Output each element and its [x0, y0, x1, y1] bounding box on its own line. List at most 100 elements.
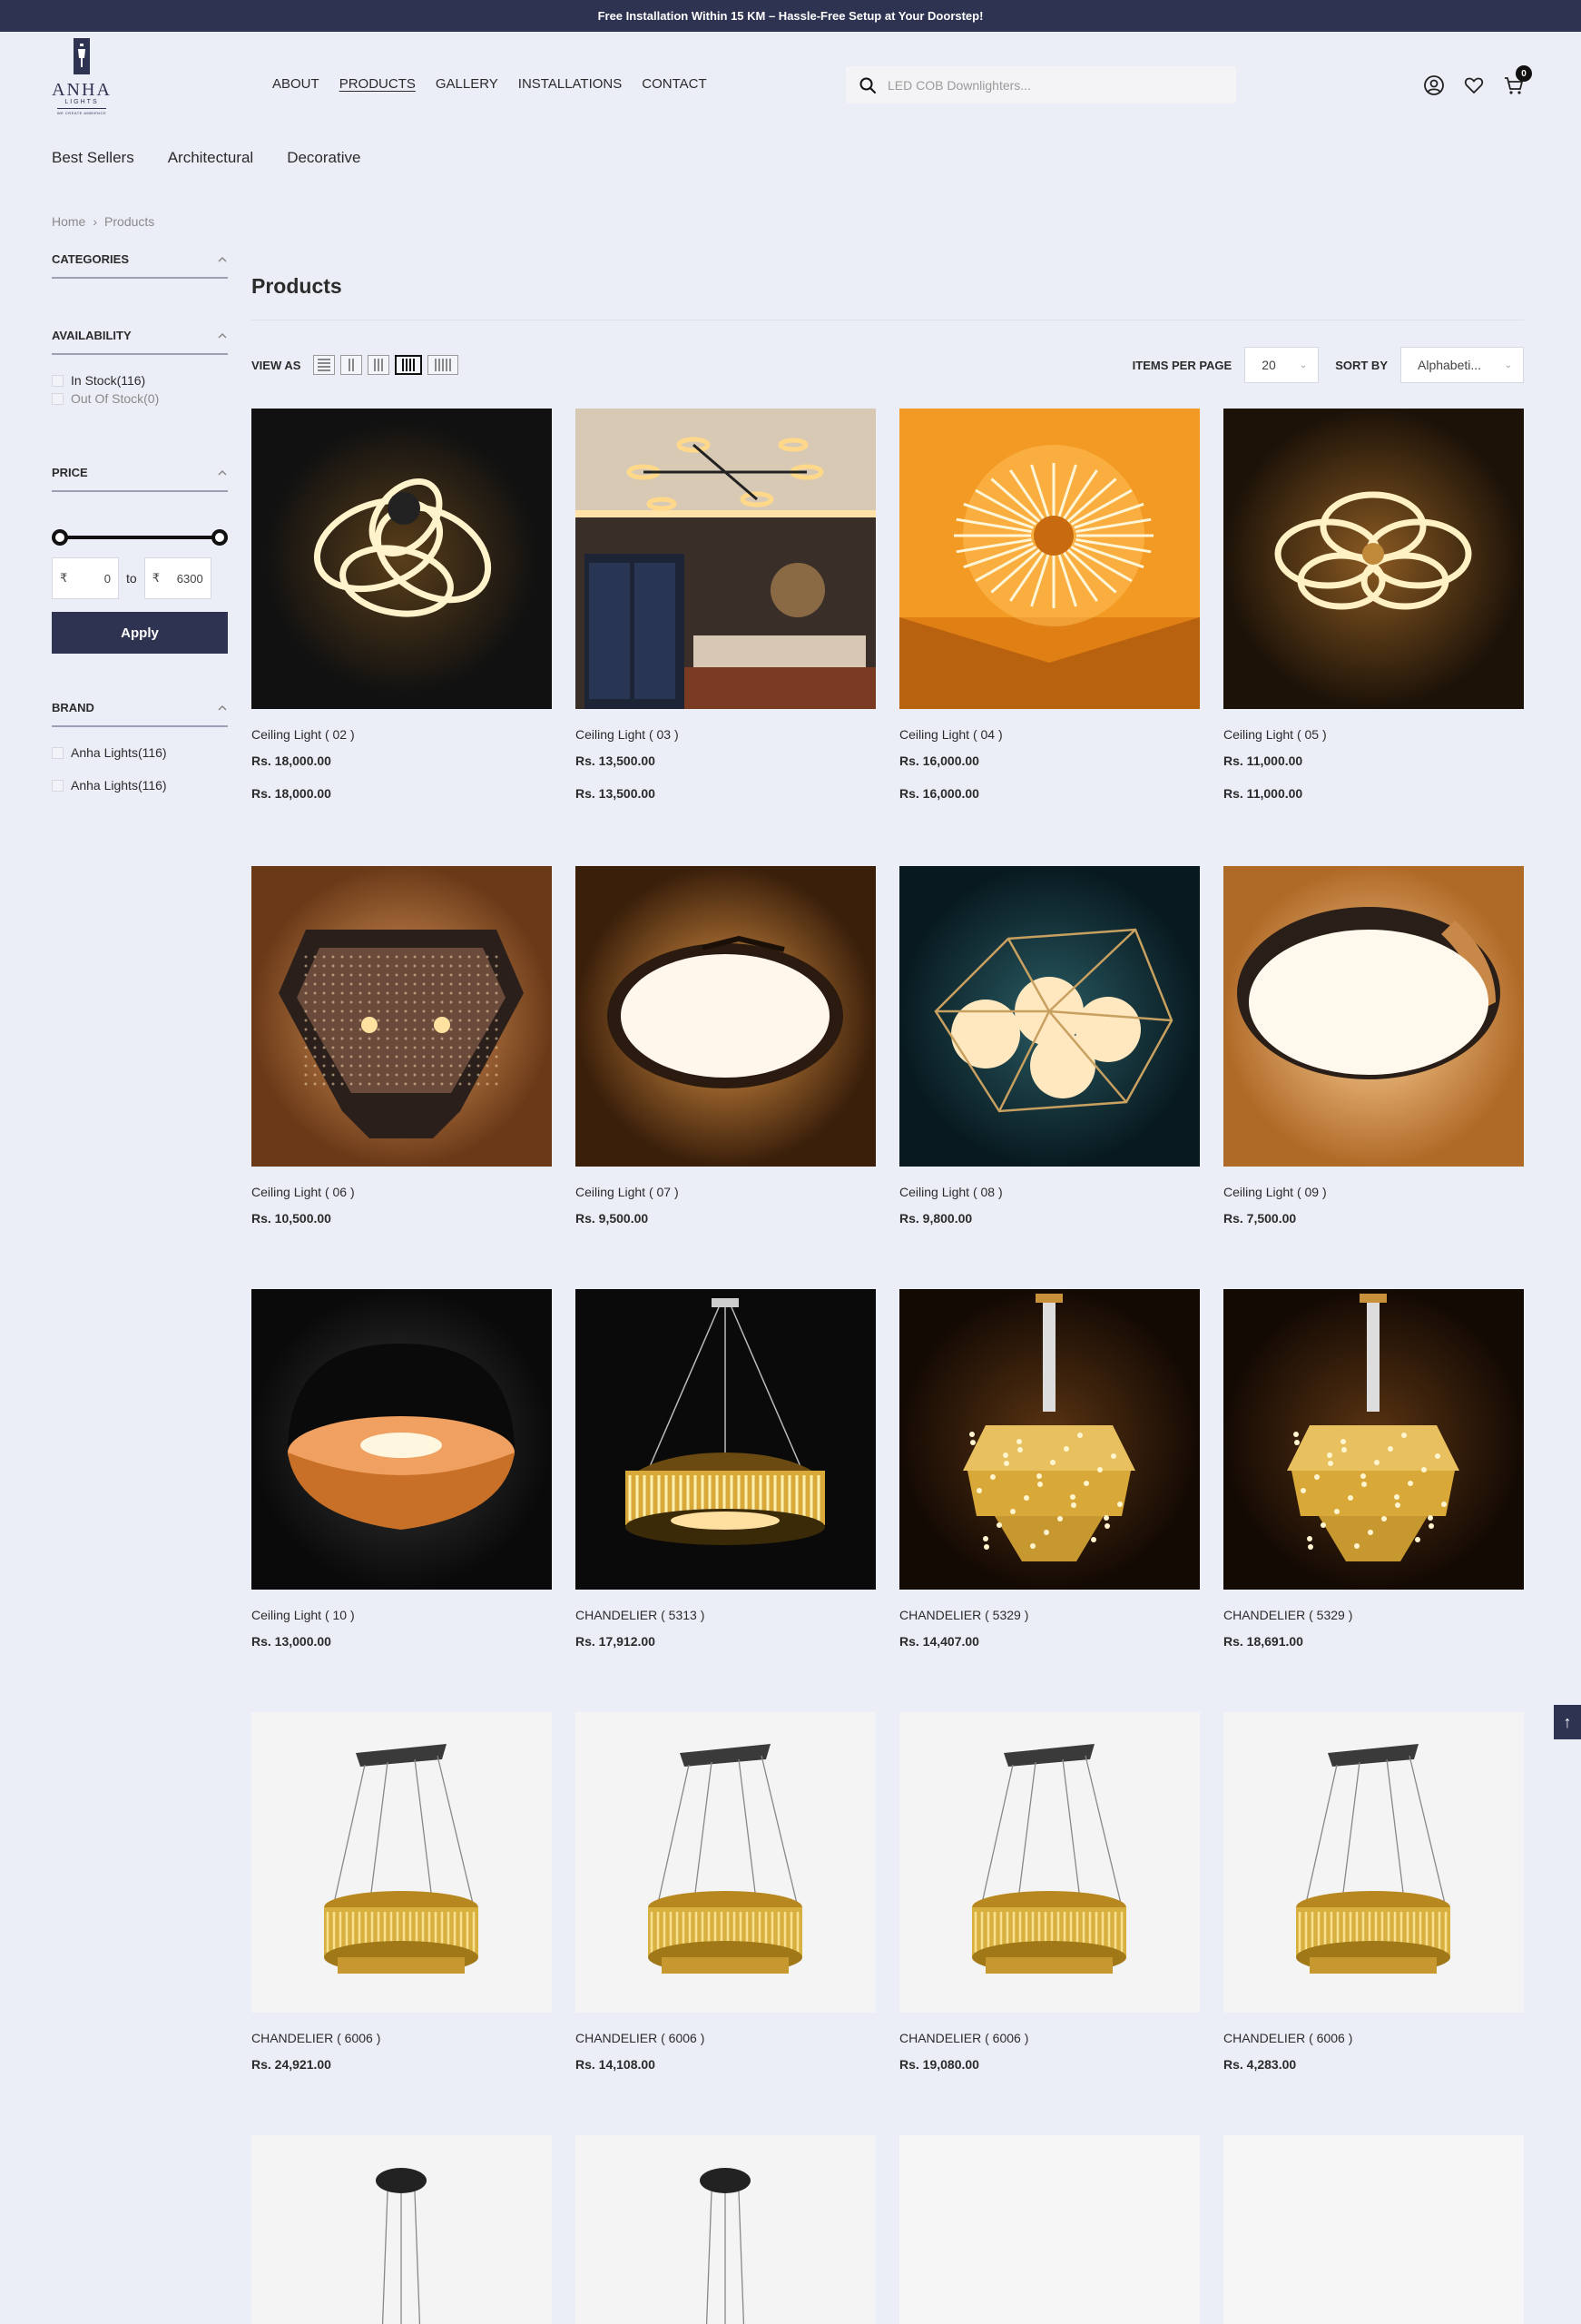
- price-max-field[interactable]: ₹ 6300: [143, 557, 211, 599]
- product-card[interactable]: Ceiling Light ( 06 ) Rs. 10,500.00: [251, 866, 552, 1226]
- product-image[interactable]: [1223, 1712, 1524, 2013]
- product-name[interactable]: Ceiling Light ( 03 ): [575, 727, 876, 742]
- checkbox[interactable]: [52, 746, 64, 759]
- product-image[interactable]: [251, 1712, 552, 2013]
- site-logo[interactable]: ANHA LIGHTS WE CREATE AMBIENCE: [51, 36, 113, 123]
- product-image[interactable]: [251, 409, 552, 709]
- user-icon[interactable]: [1423, 74, 1445, 96]
- filter-availability-header[interactable]: AVAILABILITY: [52, 329, 228, 355]
- product-image[interactable]: [575, 1289, 876, 1590]
- items-per-page-select[interactable]: 20 ⌄: [1244, 347, 1320, 383]
- product-card[interactable]: Ceiling Light ( 07 ) Rs. 9,500.00: [575, 866, 876, 1226]
- slider-min-handle[interactable]: [52, 529, 68, 546]
- product-image[interactable]: [1223, 866, 1524, 1167]
- view-2-col-button[interactable]: [340, 355, 363, 375]
- product-card[interactable]: CHANDELIER ( 6006 ) Rs. 4,283.00: [1223, 1712, 1524, 2072]
- product-card[interactable]: Ceiling Light ( 04 ) Rs. 16,000.00 Rs. 16,…: [899, 409, 1200, 801]
- search-input[interactable]: [888, 77, 1214, 93]
- product-name[interactable]: Ceiling Light ( 07 ): [575, 1185, 876, 1199]
- wishlist-heart-icon[interactable]: [1463, 74, 1485, 96]
- view-4-col-button[interactable]: [395, 355, 423, 375]
- view-list-button[interactable]: [313, 355, 336, 375]
- nav-contact[interactable]: CONTACT: [642, 76, 706, 92]
- chevron-up-icon[interactable]: [217, 330, 228, 341]
- nav-installations[interactable]: INSTALLATIONS: [518, 76, 622, 92]
- chevron-up-icon[interactable]: [217, 468, 228, 478]
- search-icon[interactable]: [859, 76, 877, 94]
- subnav-architectural[interactable]: Architectural: [168, 149, 253, 167]
- chevron-up-icon[interactable]: [217, 703, 228, 714]
- price-min-field[interactable]: ₹ 0: [52, 557, 119, 599]
- product-image[interactable]: [899, 1712, 1200, 2013]
- product-image[interactable]: [899, 1289, 1200, 1590]
- price-range-slider[interactable]: [52, 528, 228, 547]
- product-name[interactable]: CHANDELIER ( 6006 ): [1223, 2031, 1524, 2045]
- view-3-col-button[interactable]: [368, 355, 390, 375]
- filter-option-out-of-stock[interactable]: Out Of Stock(0): [52, 391, 228, 406]
- product-card[interactable]: [251, 2135, 552, 2324]
- product-card[interactable]: CHANDELIER ( 6006 ) Rs. 14,108.00: [575, 1712, 876, 2072]
- product-card[interactable]: Ceiling Light ( 03 ) Rs. 13,500.00 Rs. 13,…: [575, 409, 876, 801]
- product-card[interactable]: CHANDELIER ( 6006 ) Rs. 19,080.00: [899, 1712, 1200, 2072]
- product-image[interactable]: [899, 409, 1200, 709]
- product-image[interactable]: [1223, 2135, 1524, 2324]
- breadcrumb-home[interactable]: Home: [52, 214, 85, 229]
- product-card[interactable]: Ceiling Light ( 02 ) Rs. 18,000.00 Rs. 18,…: [251, 409, 552, 801]
- product-image[interactable]: [251, 866, 552, 1167]
- product-image[interactable]: [575, 1712, 876, 2013]
- product-image[interactable]: [575, 866, 876, 1167]
- product-name[interactable]: CHANDELIER ( 6006 ): [899, 2031, 1200, 2045]
- product-name[interactable]: Ceiling Light ( 06 ): [251, 1185, 552, 1199]
- sort-by-select[interactable]: Alphabeti... ⌄: [1400, 347, 1524, 383]
- product-card[interactable]: Ceiling Light ( 08 ) Rs. 9,800.00: [899, 866, 1200, 1226]
- product-name[interactable]: Ceiling Light ( 02 ): [251, 727, 552, 742]
- product-name[interactable]: Ceiling Light ( 04 ): [899, 727, 1200, 742]
- filter-option-brand[interactable]: Anha Lights(116): [52, 778, 228, 793]
- product-image[interactable]: [1223, 1289, 1524, 1590]
- nav-about[interactable]: ABOUT: [272, 76, 319, 92]
- filter-brand-header[interactable]: BRAND: [52, 701, 228, 727]
- product-card[interactable]: [1223, 2135, 1524, 2324]
- product-name[interactable]: Ceiling Light ( 10 ): [251, 1608, 552, 1622]
- chevron-up-icon[interactable]: [217, 254, 228, 265]
- product-image[interactable]: [899, 2135, 1200, 2324]
- product-card[interactable]: Ceiling Light ( 10 ) Rs. 13,000.00: [251, 1289, 552, 1649]
- filter-option-in-stock[interactable]: In Stock(116): [52, 373, 228, 388]
- filter-categories-header[interactable]: CATEGORIES: [52, 252, 228, 279]
- product-image[interactable]: [1223, 409, 1524, 709]
- product-image[interactable]: [575, 409, 876, 709]
- checkbox[interactable]: [52, 374, 64, 387]
- product-image[interactable]: [575, 2135, 876, 2324]
- product-card[interactable]: CHANDELIER ( 6006 ) Rs. 24,921.00: [251, 1712, 552, 2072]
- nav-gallery[interactable]: GALLERY: [436, 76, 498, 92]
- product-image[interactable]: [251, 2135, 552, 2324]
- product-card[interactable]: [899, 2135, 1200, 2324]
- filter-option-brand[interactable]: Anha Lights(116): [52, 745, 228, 760]
- product-name[interactable]: Ceiling Light ( 08 ): [899, 1185, 1200, 1199]
- filter-price-header[interactable]: PRICE: [52, 466, 228, 492]
- subnav-decorative[interactable]: Decorative: [287, 149, 360, 167]
- nav-products[interactable]: PRODUCTS: [339, 76, 416, 92]
- slider-max-handle[interactable]: [211, 529, 228, 546]
- checkbox[interactable]: [52, 779, 64, 792]
- product-name[interactable]: Ceiling Light ( 05 ): [1223, 727, 1524, 742]
- product-name[interactable]: CHANDELIER ( 5313 ): [575, 1608, 876, 1622]
- product-name[interactable]: CHANDELIER ( 6006 ): [575, 2031, 876, 2045]
- product-card[interactable]: CHANDELIER ( 5329 ) Rs. 14,407.00: [899, 1289, 1200, 1649]
- product-name[interactable]: CHANDELIER ( 6006 ): [251, 2031, 552, 2045]
- scroll-to-top-button[interactable]: ↑: [1554, 1705, 1581, 1739]
- cart-icon[interactable]: 0: [1503, 65, 1532, 96]
- view-5-col-button[interactable]: [427, 355, 459, 375]
- product-name[interactable]: CHANDELIER ( 5329 ): [899, 1608, 1200, 1622]
- product-card[interactable]: Ceiling Light ( 05 ) Rs. 11,000.00 Rs. 11,…: [1223, 409, 1524, 801]
- checkbox[interactable]: [52, 392, 64, 405]
- product-name[interactable]: Ceiling Light ( 09 ): [1223, 1185, 1524, 1199]
- product-card[interactable]: CHANDELIER ( 5329 ) Rs. 18,691.00: [1223, 1289, 1524, 1649]
- product-image[interactable]: [899, 866, 1200, 1167]
- product-image[interactable]: [251, 1289, 552, 1590]
- product-card[interactable]: [575, 2135, 876, 2324]
- product-card[interactable]: Ceiling Light ( 09 ) Rs. 7,500.00: [1223, 866, 1524, 1226]
- apply-price-button[interactable]: Apply: [52, 612, 228, 654]
- product-card[interactable]: CHANDELIER ( 5313 ) Rs. 17,912.00: [575, 1289, 876, 1649]
- product-name[interactable]: CHANDELIER ( 5329 ): [1223, 1608, 1524, 1622]
